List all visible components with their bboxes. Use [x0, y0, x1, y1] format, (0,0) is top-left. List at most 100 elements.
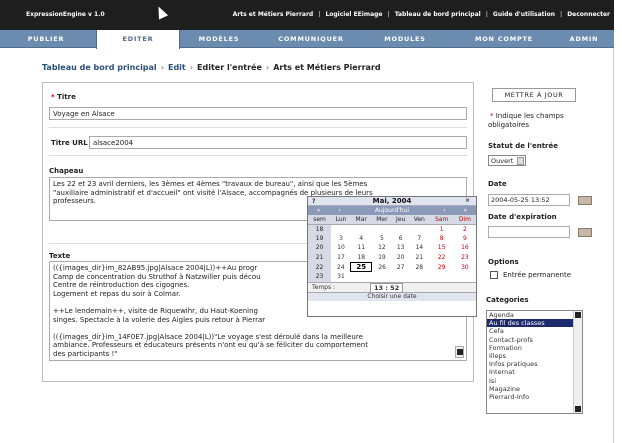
divider — [49, 155, 467, 156]
breadcrumb-edit[interactable]: Edit — [168, 63, 186, 72]
next-month-button[interactable]: › — [434, 206, 455, 215]
permanent-label: Entrée permanente — [503, 271, 572, 279]
update-button[interactable]: METTRE À JOUR — [492, 88, 576, 102]
top-link-dashboard[interactable]: Tableau de bord principal — [395, 11, 481, 18]
calendar-day[interactable]: 11 — [351, 243, 372, 253]
list-item[interactable]: Cefa — [487, 327, 582, 335]
list-item[interactable]: Au fil des classes — [487, 319, 582, 328]
url-title-input[interactable]: alsace2004 — [89, 136, 467, 149]
calendar-day[interactable]: 31 — [331, 272, 351, 282]
calendar-day[interactable]: 7 — [409, 234, 429, 244]
calendar-day — [392, 224, 409, 234]
calendar-day[interactable]: 29 — [429, 262, 453, 272]
calendar-day — [454, 272, 476, 282]
calendar-day — [409, 272, 429, 282]
calendar-day[interactable]: 10 — [331, 243, 351, 253]
status-select[interactable]: Ouvert — [488, 155, 526, 166]
calendar-day[interactable]: 23 — [454, 253, 476, 263]
breadcrumb-edit-entry: Editer l'entrée — [197, 63, 262, 72]
calendar-weekday-header: Dim — [453, 215, 476, 225]
tab-communiquer[interactable]: COMMUNIQUER — [266, 30, 356, 48]
top-link-logout[interactable]: Deconnecter — [567, 11, 610, 18]
calendar-day[interactable]: 12 — [372, 243, 393, 253]
breadcrumb-separator: › — [160, 63, 164, 72]
separator: | — [387, 11, 390, 18]
categories-listbox[interactable]: Agenda Au fil des classes Cefa Contact-p… — [486, 310, 583, 414]
today-button[interactable]: Aujourd'hui — [350, 206, 434, 215]
calendar-day[interactable]: 16 — [454, 243, 476, 253]
calendar-day[interactable]: 1 — [429, 224, 453, 234]
prev-month-button[interactable]: ‹ — [329, 206, 350, 215]
expiration-input[interactable] — [488, 226, 570, 238]
calendar-day[interactable]: 15 — [429, 243, 453, 253]
list-item[interactable]: Internat — [487, 368, 582, 376]
url-title-label: Titre URL — [51, 139, 88, 147]
tab-modeles[interactable]: MODÈLES — [188, 30, 250, 48]
list-item[interactable]: Isi — [487, 377, 582, 385]
calendar-icon[interactable] — [578, 228, 592, 237]
calendar-day[interactable]: 27 — [392, 262, 409, 272]
calendar-footer: Choisir une date — [308, 291, 476, 301]
calendar-day[interactable]: 30 — [454, 262, 476, 272]
list-item[interactable]: Formation — [487, 344, 582, 352]
calendar-day[interactable]: 26 — [372, 262, 393, 272]
calendar-day[interactable]: 8 — [429, 234, 453, 244]
calendar-day[interactable]: 3 — [331, 234, 351, 244]
list-item[interactable]: Contact-profs — [487, 336, 582, 344]
tab-editer[interactable]: EDITER — [96, 30, 180, 49]
calendar-day[interactable]: 13 — [392, 243, 409, 253]
calendar-day[interactable]: 5 — [372, 234, 393, 244]
date-input[interactable]: 2004-05-25 13:52 — [488, 194, 570, 206]
calendar-icon[interactable] — [578, 196, 592, 205]
week-number: 19 — [308, 233, 332, 244]
tab-modules[interactable]: MODULES — [368, 30, 442, 48]
textarea-scrollbar[interactable] — [455, 346, 464, 358]
breadcrumb: Tableau de bord principal › Edit › Editer l'… — [42, 63, 381, 72]
title-input[interactable]: Voyage en Alsace — [49, 107, 467, 120]
breadcrumb-separator: › — [265, 63, 270, 72]
list-item[interactable]: Magazine — [487, 385, 582, 393]
list-item[interactable]: Agenda — [487, 311, 582, 319]
list-item[interactable]: Pierrard-Info — [487, 393, 582, 401]
calendar-day[interactable]: 17 — [331, 253, 351, 263]
calendar-day[interactable]: 14 — [409, 243, 429, 253]
next-year-button[interactable]: » — [455, 206, 476, 215]
scroll-down-icon — [457, 349, 463, 355]
top-link-guide[interactable]: Guide d'utilisation — [493, 11, 555, 18]
prev-year-button[interactable]: « — [308, 206, 329, 215]
tab-mon-compte[interactable]: MON COMPTE — [466, 30, 542, 48]
breadcrumb-separator: › — [189, 63, 194, 72]
breadcrumb-dashboard[interactable]: Tableau de bord principal — [42, 63, 157, 72]
status-label: Statut de l'entrée — [488, 142, 558, 150]
calendar-day[interactable]: 4 — [351, 234, 372, 244]
top-link-site[interactable]: Arts et Métiers Pierrard — [233, 11, 314, 18]
permanent-checkbox[interactable] — [490, 271, 498, 279]
close-icon[interactable]: × — [465, 197, 470, 204]
tab-publier[interactable]: PUBLIER — [20, 30, 72, 48]
list-item[interactable]: Infos pratiques — [487, 360, 582, 368]
calendar-day[interactable]: 9 — [454, 234, 476, 244]
calendar-week-row: 18 1 2 — [308, 224, 476, 234]
list-item[interactable]: Illeps — [487, 352, 582, 360]
time-input[interactable]: 13 : 52 — [370, 282, 404, 293]
calendar-day[interactable]: 2 — [454, 224, 476, 234]
listbox-scrollbar[interactable] — [573, 311, 582, 413]
separator: | — [485, 11, 488, 18]
calendar-day — [429, 272, 453, 282]
calendar-day — [372, 272, 393, 282]
top-link-eeimage[interactable]: Logiciel EEimage — [325, 11, 382, 18]
calendar-day[interactable]: 21 — [409, 253, 429, 263]
calendar-day[interactable]: 28 — [409, 262, 429, 272]
calendar-day[interactable]: 22 — [429, 253, 453, 263]
calendar-day — [351, 224, 372, 234]
tab-admin[interactable]: ADMIN — [560, 30, 608, 48]
calendar-header: ? Mai, 2004 × — [308, 197, 476, 206]
calendar-weekday-header: sem — [308, 215, 332, 225]
app-name: ExpressionEngine v 1.0 — [26, 11, 105, 18]
calendar-day[interactable]: 25 — [350, 261, 373, 273]
calendar-day[interactable]: 6 — [392, 234, 409, 244]
calendar-day[interactable]: 24 — [331, 262, 351, 272]
calendar-day[interactable]: 20 — [392, 253, 409, 263]
calendar-day[interactable]: 19 — [372, 253, 393, 263]
calendar-day[interactable]: 18 — [351, 253, 372, 263]
